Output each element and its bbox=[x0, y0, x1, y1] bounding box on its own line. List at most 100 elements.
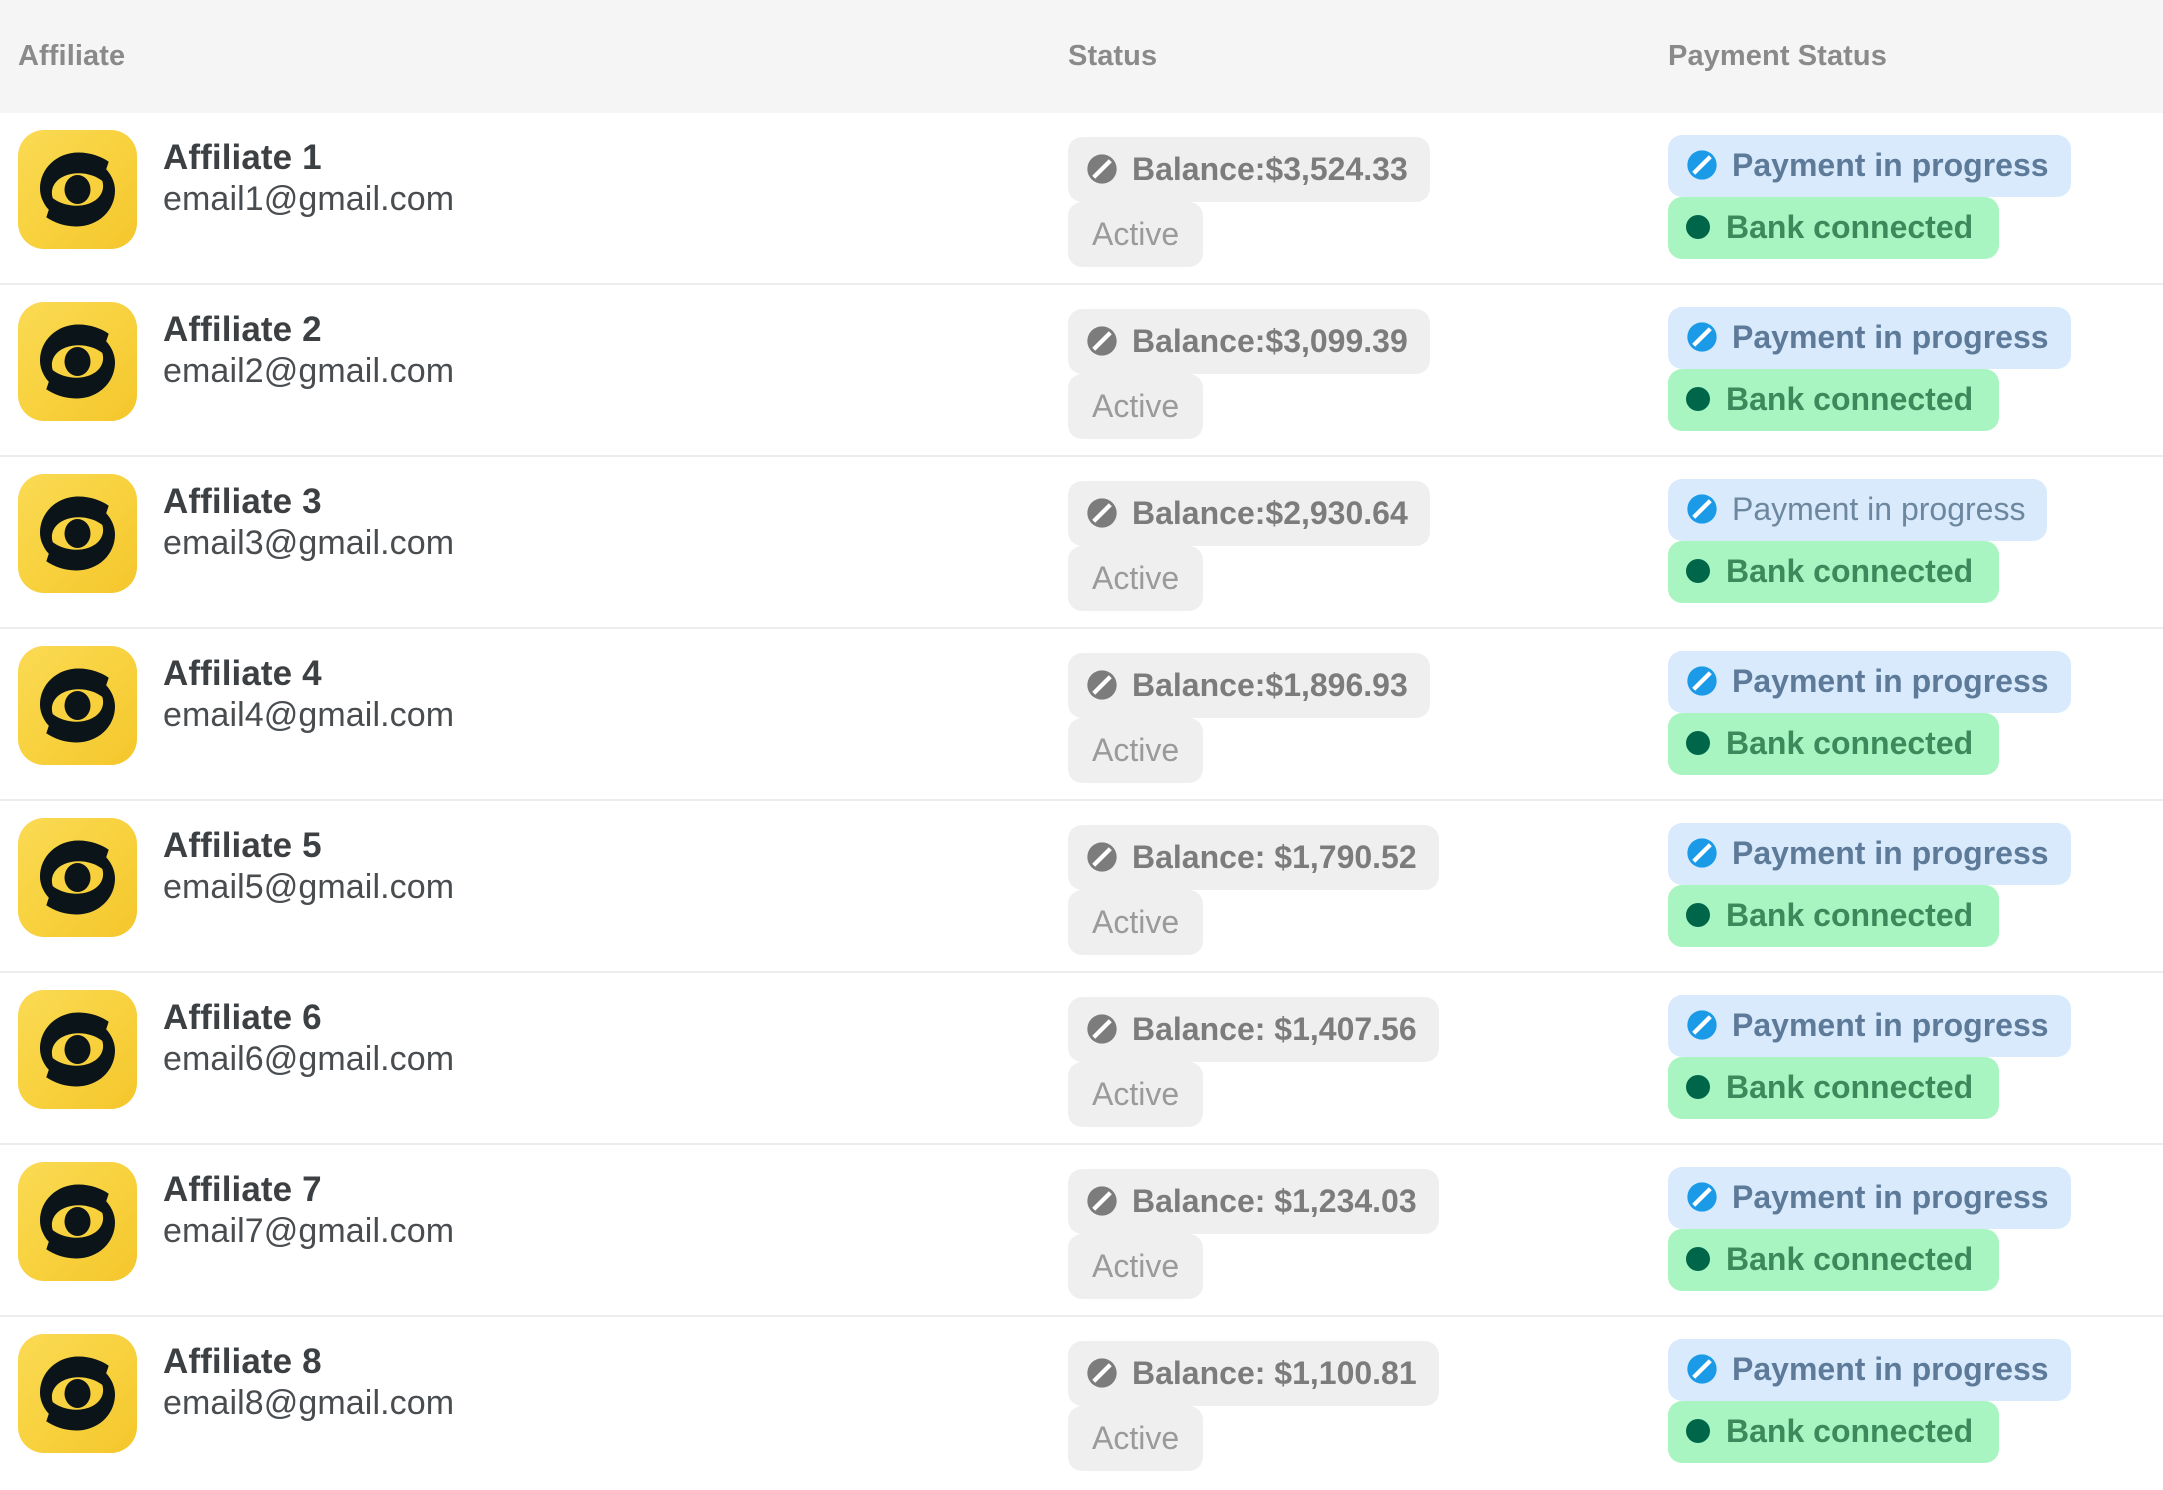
table-row[interactable]: Affiliate 8 email8@gmail.com Balance: $1,1… bbox=[0, 1317, 2163, 1489]
payment-status-cell: Payment in progress Bank connected bbox=[1668, 1145, 2163, 1291]
bank-connected-badge: Bank connected bbox=[1668, 541, 2000, 603]
affiliate-name: Affiliate 8 bbox=[163, 1342, 322, 1381]
table-body: Affiliate 1 email1@gmail.com Balance:$3,52… bbox=[0, 113, 2163, 1489]
payment-status-cell: Payment in progress Bank connected bbox=[1668, 801, 2163, 947]
dot-icon bbox=[1686, 1419, 1710, 1443]
affiliate-name: Affiliate 5 bbox=[163, 826, 322, 865]
active-status-badge: Active bbox=[1068, 374, 1204, 439]
column-header-status: Status bbox=[1068, 40, 1158, 72]
affiliates-table: Affiliate Status Payment Status Affiliat… bbox=[0, 0, 2163, 1489]
bank-connected-badge: Bank connected bbox=[1668, 885, 2000, 947]
status-cell: Balance: $1,234.03 Active bbox=[1068, 1145, 1668, 1299]
payment-status-cell: Payment in progress Bank connected bbox=[1668, 973, 2163, 1119]
avatar bbox=[18, 1162, 137, 1281]
active-status-badge: Active bbox=[1068, 1406, 1204, 1471]
active-status-badge: Active bbox=[1068, 718, 1204, 783]
avatar bbox=[18, 818, 137, 937]
bank-connected-badge: Bank connected bbox=[1668, 1057, 2000, 1119]
payment-label: Payment in progress bbox=[1732, 147, 2049, 183]
affiliate-logo-icon bbox=[40, 496, 115, 571]
affiliate-identity: Affiliate 7 email7@gmail.com bbox=[163, 1162, 454, 1253]
prohibited-icon bbox=[1087, 670, 1117, 700]
payment-in-progress-badge: Payment in progress bbox=[1668, 1167, 2071, 1229]
table-row[interactable]: Affiliate 4 email4@gmail.com Balance:$1,89… bbox=[0, 629, 2163, 801]
affiliate-cell[interactable]: Affiliate 3 email3@gmail.com bbox=[0, 457, 1068, 593]
table-row[interactable]: Affiliate 1 email1@gmail.com Balance:$3,52… bbox=[0, 113, 2163, 285]
prohibited-icon bbox=[1087, 498, 1117, 528]
payment-label: Payment in progress bbox=[1732, 1179, 2049, 1215]
affiliate-cell[interactable]: Affiliate 7 email7@gmail.com bbox=[0, 1145, 1068, 1281]
avatar bbox=[18, 130, 137, 249]
balance-label: Balance:$2,930.64 bbox=[1132, 495, 1408, 531]
dot-icon bbox=[1686, 559, 1710, 583]
bank-connected-badge: Bank connected bbox=[1668, 713, 2000, 775]
payment-label: Payment in progress bbox=[1732, 491, 2026, 527]
dot-icon bbox=[1686, 215, 1710, 239]
affiliate-email: email6@gmail.com bbox=[163, 1039, 455, 1078]
table-row[interactable]: Affiliate 2 email2@gmail.com Balance:$3,09… bbox=[0, 285, 2163, 457]
dot-icon bbox=[1686, 1247, 1710, 1271]
affiliate-email: email2@gmail.com bbox=[163, 351, 455, 390]
payment-label: Payment in progress bbox=[1732, 663, 2049, 699]
payment-label: Payment in progress bbox=[1732, 835, 2049, 871]
affiliate-cell[interactable]: Affiliate 2 email2@gmail.com bbox=[0, 285, 1068, 421]
bank-label: Bank connected bbox=[1726, 1241, 1974, 1277]
prohibited-icon bbox=[1087, 1014, 1117, 1044]
active-status-badge: Active bbox=[1068, 546, 1204, 611]
prohibited-icon bbox=[1087, 842, 1117, 872]
affiliate-identity: Affiliate 2 email2@gmail.com bbox=[163, 302, 454, 393]
affiliate-email: email1@gmail.com bbox=[163, 179, 455, 218]
active-label: Active bbox=[1092, 732, 1180, 768]
status-cell: Balance:$3,099.39 Active bbox=[1068, 285, 1668, 439]
table-row[interactable]: Affiliate 6 email6@gmail.com Balance: $1,4… bbox=[0, 973, 2163, 1145]
payment-in-progress-badge: Payment in progress bbox=[1668, 995, 2071, 1057]
affiliate-email: email8@gmail.com bbox=[163, 1383, 455, 1422]
prohibited-icon bbox=[1687, 150, 1717, 180]
balance-badge: Balance: $1,100.81 bbox=[1068, 1341, 1439, 1406]
affiliate-name: Affiliate 1 bbox=[163, 138, 322, 177]
affiliate-logo-icon bbox=[40, 324, 115, 399]
dot-icon bbox=[1686, 387, 1710, 411]
prohibited-icon bbox=[1687, 1182, 1717, 1212]
affiliate-cell[interactable]: Affiliate 5 email5@gmail.com bbox=[0, 801, 1068, 937]
table-row[interactable]: Affiliate 5 email5@gmail.com Balance: $1,7… bbox=[0, 801, 2163, 973]
affiliate-name: Affiliate 2 bbox=[163, 310, 322, 349]
active-label: Active bbox=[1092, 388, 1180, 424]
payment-status-cell: Payment in progress Bank connected bbox=[1668, 285, 2163, 431]
affiliate-logo-icon bbox=[40, 1184, 115, 1259]
balance-label: Balance:$1,896.93 bbox=[1132, 667, 1408, 703]
payment-label: Payment in progress bbox=[1732, 319, 2049, 355]
affiliate-identity: Affiliate 1 email1@gmail.com bbox=[163, 130, 454, 221]
affiliate-logo-icon bbox=[40, 840, 115, 915]
affiliate-cell[interactable]: Affiliate 8 email8@gmail.com bbox=[0, 1317, 1068, 1453]
affiliate-cell[interactable]: Affiliate 1 email1@gmail.com bbox=[0, 113, 1068, 249]
payment-status-cell: Payment in progress Bank connected bbox=[1668, 1317, 2163, 1463]
balance-label: Balance: $1,100.81 bbox=[1132, 1355, 1417, 1391]
bank-label: Bank connected bbox=[1726, 209, 1974, 245]
balance-badge: Balance: $1,407.56 bbox=[1068, 997, 1439, 1062]
affiliate-name: Affiliate 6 bbox=[163, 998, 322, 1037]
affiliate-name: Affiliate 4 bbox=[163, 654, 322, 693]
table-row[interactable]: Affiliate 7 email7@gmail.com Balance: $1,2… bbox=[0, 1145, 2163, 1317]
payment-label: Payment in progress bbox=[1732, 1351, 2049, 1387]
table-row[interactable]: Affiliate 3 email3@gmail.com Balance:$2,93… bbox=[0, 457, 2163, 629]
status-cell: Balance: $1,407.56 Active bbox=[1068, 973, 1668, 1127]
bank-label: Bank connected bbox=[1726, 897, 1974, 933]
active-status-badge: Active bbox=[1068, 890, 1204, 955]
balance-badge: Balance:$3,099.39 bbox=[1068, 309, 1430, 374]
affiliate-cell[interactable]: Affiliate 4 email4@gmail.com bbox=[0, 629, 1068, 765]
prohibited-icon bbox=[1087, 1186, 1117, 1216]
payment-in-progress-badge: Payment in progress bbox=[1668, 307, 2071, 369]
affiliate-cell[interactable]: Affiliate 6 email6@gmail.com bbox=[0, 973, 1068, 1109]
prohibited-icon bbox=[1087, 326, 1117, 356]
active-status-badge: Active bbox=[1068, 1062, 1204, 1127]
status-cell: Balance: $1,790.52 Active bbox=[1068, 801, 1668, 955]
active-status-badge: Active bbox=[1068, 202, 1204, 267]
status-cell: Balance:$1,896.93 Active bbox=[1068, 629, 1668, 783]
payment-in-progress-badge: Payment in progress bbox=[1668, 823, 2071, 885]
balance-badge: Balance: $1,790.52 bbox=[1068, 825, 1439, 890]
column-header-payment-status: Payment Status bbox=[1668, 40, 1887, 72]
payment-in-progress-badge: Payment in progress bbox=[1668, 479, 2048, 541]
status-cell: Balance:$3,524.33 Active bbox=[1068, 113, 1668, 267]
bank-label: Bank connected bbox=[1726, 725, 1974, 761]
